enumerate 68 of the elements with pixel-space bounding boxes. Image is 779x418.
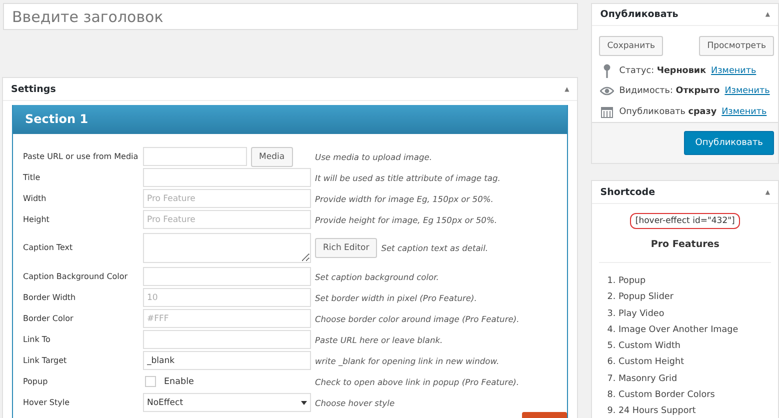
help-text: Use media to upload image. — [315, 152, 432, 162]
publish-meta-text: Статус: Черновик — [619, 66, 706, 76]
field-label: Border Width — [23, 292, 77, 304]
field-label: Border Color — [23, 313, 74, 325]
publish-meta-text: Опубликовать сразу — [619, 106, 717, 117]
feature-item: 7. Masonry Grid — [607, 372, 678, 386]
field-label: Caption Background Color — [23, 271, 129, 283]
help-text: write _blank for opening link in new window. — [315, 356, 500, 366]
media-button[interactable]: Media — [251, 146, 293, 166]
help-text: Set border width in pixel (Pro Feature). — [315, 292, 477, 302]
feature-item: 3. Play Video — [607, 308, 666, 321]
dropdown-icon — [301, 400, 307, 404]
feature-item: 4. Image Over Another Image — [607, 324, 740, 337]
panel-title: Опубликовать — [600, 9, 678, 20]
publish-meta-text: Видимость: Открыто — [619, 86, 720, 96]
feature-item: 1. Popup — [607, 275, 647, 288]
help-text: It will be used as title attribute of image tag. — [315, 172, 500, 182]
field-label: Link To — [23, 334, 52, 346]
eye-icon — [600, 86, 614, 96]
help-text: Set caption background color. — [315, 272, 439, 282]
field-label: Height — [23, 214, 50, 226]
help-text: Check to open above link in popup (Pro Feature). — [315, 376, 520, 386]
help-text: Choose border color around image (Pro Feature). — [315, 314, 520, 324]
feature-item: 8. Custom Border Colors — [607, 389, 716, 402]
pin-icon — [603, 64, 612, 78]
help-text: Paste URL here or leave blank. — [315, 334, 443, 344]
help-text: Provide height for image, Eg 150px or 50%. — [315, 214, 497, 224]
text-field[interactable]: Pro Feature — [143, 210, 311, 229]
feature-item: 5. Custom Width — [607, 340, 682, 354]
text-field[interactable] — [143, 330, 311, 349]
panel-title: Shortcode — [600, 186, 656, 198]
field-label: Link Target — [23, 355, 68, 367]
field-label: Popup — [23, 376, 49, 388]
text-field[interactable] — [143, 168, 311, 187]
field-label: Title — [23, 172, 42, 184]
checkbox[interactable] — [145, 376, 156, 387]
url-field[interactable] — [143, 147, 247, 166]
publish-button[interactable]: Опубликовать — [684, 131, 774, 155]
title-field[interactable]: Введите заголовок — [3, 3, 578, 30]
field-label: Width — [23, 193, 48, 205]
field-label: Caption Text — [23, 242, 74, 254]
section-title: Section 1 — [13, 105, 568, 134]
help-text: Set caption text as detail. — [381, 243, 488, 253]
rich-editor-button[interactable]: Rich Editor — [315, 238, 378, 258]
calendar-icon — [601, 106, 614, 118]
feature-item: 2. Popup Slider — [607, 291, 674, 304]
preview-button[interactable]: Просмотреть — [699, 36, 774, 56]
save-draft-button[interactable]: Сохранить — [599, 36, 664, 56]
features-heading: Pro Features — [599, 229, 771, 263]
help-text: Choose hover style — [315, 398, 395, 408]
feature-item: 6. Custom Height — [607, 356, 686, 370]
field-label: Hover Style — [23, 397, 70, 409]
checkbox-label: Enable — [164, 376, 194, 386]
caption-textarea[interactable] — [143, 233, 311, 263]
feature-item: 9. 24 Hours Support — [607, 405, 697, 418]
field-label: Paste URL or use from Media — [23, 151, 140, 163]
edit-link[interactable]: Изменить — [722, 106, 767, 117]
panel-title: Settings — [11, 84, 56, 94]
edit-link[interactable]: Изменить — [711, 66, 756, 76]
hover-style-select[interactable]: NoEffect — [143, 393, 311, 412]
shortcode-text: [hover-effect id="432"] — [630, 213, 740, 229]
help-text: Provide width for image Eg, 150px or 50%. — [315, 194, 494, 204]
text-field[interactable] — [143, 267, 311, 286]
edit-link[interactable]: Изменить — [724, 86, 770, 96]
text-field[interactable]: 10 — [143, 288, 311, 307]
text-field[interactable]: _blank — [143, 351, 311, 370]
text-field[interactable]: #FFF — [143, 309, 311, 328]
text-field[interactable]: Pro Feature — [143, 189, 311, 208]
